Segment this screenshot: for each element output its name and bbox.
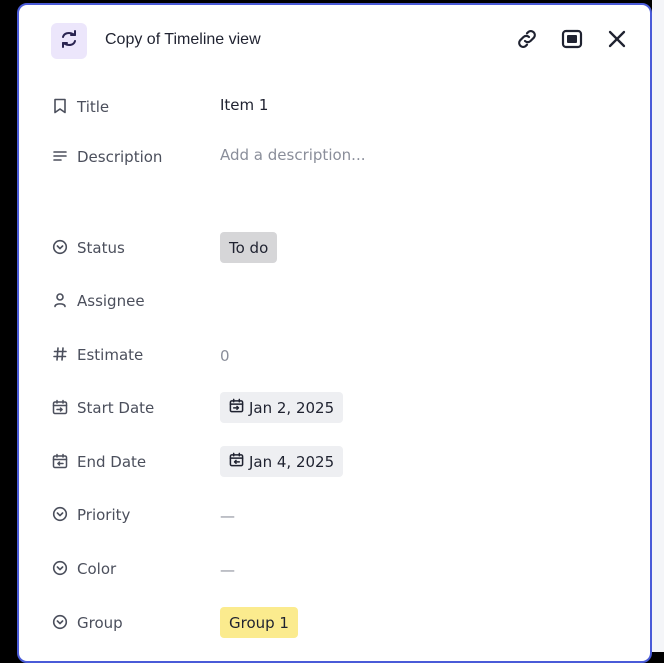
calendar-start-icon (229, 398, 244, 417)
expand-panel-button[interactable] (558, 27, 586, 55)
field-label-group: Group (77, 614, 123, 632)
background-strip (652, 0, 664, 652)
field-label-color: Color (77, 560, 117, 578)
description-input[interactable]: Add a description... (220, 146, 365, 164)
field-row-estimate: Estimate 0 (19, 339, 650, 371)
bookmark-icon (51, 97, 69, 115)
calendar-end-icon (51, 452, 69, 470)
field-row-end-date: End Date Jan 4, 2025 (19, 446, 650, 478)
panel-title: Copy of Timeline view (105, 31, 261, 48)
field-row-assignee: Assignee (19, 285, 650, 317)
calendar-start-icon (51, 398, 69, 416)
field-label-start-date: Start Date (77, 399, 155, 417)
title-value[interactable]: Item 1 (220, 96, 268, 114)
field-label-end-date: End Date (77, 453, 147, 471)
close-button[interactable] (603, 27, 631, 55)
field-row-priority: Priority — (19, 499, 650, 531)
field-row-start-date: Start Date Jan 2, 2025 (19, 392, 650, 424)
field-label-title: Title (77, 98, 110, 116)
field-label-priority: Priority (77, 506, 131, 524)
start-date-value: Jan 2, 2025 (249, 398, 335, 417)
field-row-group: Group Group 1 (19, 607, 650, 639)
field-row-description: Description Add a description... (19, 141, 650, 173)
field-label-description: Description (77, 148, 163, 166)
status-chip[interactable]: To do (220, 232, 278, 263)
chevron-circle-icon (51, 505, 69, 523)
hash-icon (51, 345, 69, 363)
view-badge (51, 23, 87, 59)
field-row-title: Title Item 1 (19, 91, 650, 123)
sync-arrows-icon (59, 29, 79, 53)
field-label-estimate: Estimate (77, 346, 144, 364)
link-icon (515, 27, 539, 55)
item-detail-panel: Copy of Timeline view Title Item 1 Descr… (17, 3, 652, 663)
end-date-chip[interactable]: Jan 4, 2025 (220, 446, 344, 477)
end-date-value: Jan 4, 2025 (249, 452, 335, 471)
color-value[interactable]: — (220, 561, 235, 579)
field-row-color: Color — (19, 553, 650, 585)
field-row-status: Status To do (19, 232, 650, 264)
expand-panel-icon (560, 27, 584, 55)
priority-value[interactable]: — (220, 507, 235, 525)
lines-icon (51, 147, 69, 165)
field-label-status: Status (77, 239, 125, 257)
panel-header: Copy of Timeline view (19, 5, 650, 77)
chevron-circle-icon (51, 238, 69, 256)
copy-link-button[interactable] (513, 27, 541, 55)
chevron-circle-icon (51, 559, 69, 577)
field-label-assignee: Assignee (77, 292, 145, 310)
chevron-circle-icon (51, 613, 69, 631)
start-date-chip[interactable]: Jan 2, 2025 (220, 392, 344, 423)
close-icon (606, 28, 628, 54)
group-chip[interactable]: Group 1 (220, 607, 298, 638)
calendar-end-icon (229, 452, 244, 471)
estimate-value[interactable]: 0 (220, 347, 230, 365)
person-icon (51, 291, 69, 309)
